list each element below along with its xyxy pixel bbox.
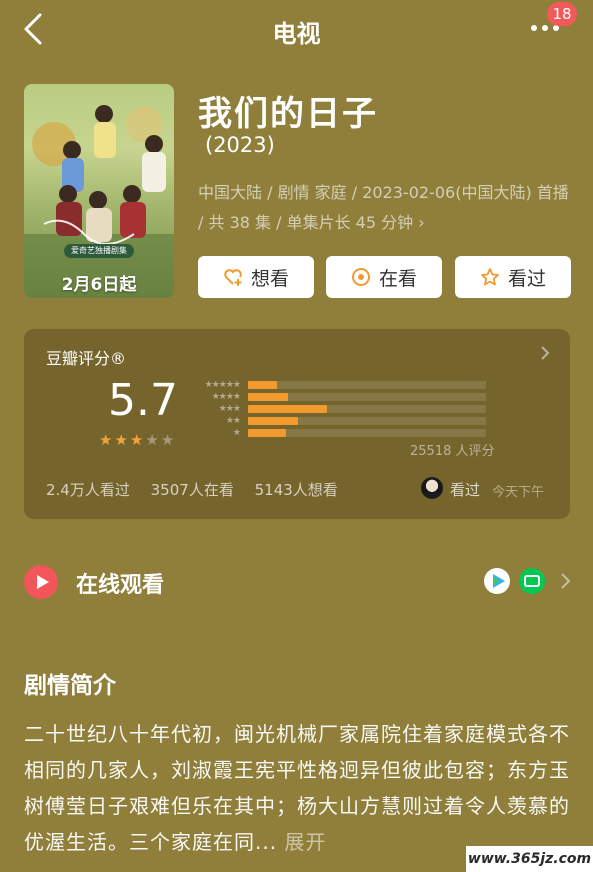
target-icon [351, 268, 370, 286]
star-outline-icon [481, 268, 499, 286]
distribution-stars-label: ★★★ [218, 404, 241, 414]
heart-plus-icon [224, 269, 242, 286]
chevron-right-icon: › [418, 213, 425, 232]
page-title: 电视 [272, 20, 321, 48]
rating-distribution-row: ★ [196, 427, 486, 439]
synopsis-text[interactable]: 二十世纪八十年代初，闽光机械厂家属院住着家庭模式各不相同的几家人，刘淑霞王宪平性… [24, 716, 572, 860]
watching-button[interactable]: 在看 [326, 256, 442, 298]
tencent-video-icon[interactable] [484, 568, 510, 594]
rating-count: 25518 人评分 [410, 444, 495, 459]
friend-status: 看过 [450, 481, 481, 499]
watched-label: 看过 [507, 267, 546, 290]
online-watch-label: 在线观看 [76, 573, 165, 598]
movie-meta-text: 中国大陆 / 剧情 家庭 / 2023-02-06(中国大陆) 首播 / 共 3… [198, 183, 569, 232]
want-label: 想看 [250, 267, 289, 290]
distribution-stars-label: ★★★★ [211, 392, 241, 402]
distribution-track [248, 429, 486, 437]
watching-label: 在看 [378, 267, 417, 290]
expand-link[interactable]: 展开 [284, 830, 326, 854]
star-empty-icon: ★ [145, 431, 159, 449]
distribution-bar [248, 405, 327, 413]
movie-meta[interactable]: 中国大陆 / 剧情 家庭 / 2023-02-06(中国大陆) 首播 / 共 3… [198, 178, 574, 238]
distribution-stars-label: ★★★★★ [204, 380, 241, 390]
rating-stars: ★ ★ ★ ★ ★ [99, 431, 174, 449]
rating-distribution-row: ★★★ [196, 403, 486, 415]
online-watch-row[interactable]: 在线观看 [0, 548, 593, 612]
distribution-track [248, 405, 486, 413]
friend-avatar[interactable] [421, 477, 443, 499]
distribution-bar [248, 381, 277, 389]
want-button[interactable]: 想看 [198, 256, 314, 298]
distribution-bar [248, 429, 287, 437]
star-filled-icon: ★ [99, 431, 113, 449]
poster-date: 2月6日起 [61, 275, 137, 295]
star-empty-icon: ★ [160, 431, 175, 449]
movie-year: (2023) [205, 133, 275, 157]
chevron-right-icon [561, 573, 571, 589]
distribution-track [248, 417, 486, 425]
rating-distribution-row: ★★★★ [196, 391, 486, 403]
poster-illustration [24, 105, 174, 298]
chevron-right-icon [541, 346, 550, 360]
rating-card[interactable]: 豆瓣评分® 5.7 ★ ★ ★ ★ ★ ★★★★★ ★★★★ ★★★ ★★ ★ 25518 人评… [24, 329, 570, 519]
rating-card-title: 豆瓣评分® [46, 349, 127, 368]
watched-count: 2.4万人看过 [46, 481, 130, 499]
poster-tag: 爱奇艺独播剧集 [64, 244, 134, 258]
distribution-track [248, 393, 486, 401]
movie-title: 我们的日子 [198, 94, 378, 134]
play-icon [24, 565, 58, 599]
rating-distribution-row: ★★★★★ [196, 379, 486, 391]
star-filled-icon: ★ [114, 431, 128, 449]
friend-time: 今天下午 [492, 485, 545, 500]
distribution-track [248, 381, 486, 389]
distribution-stars-label: ★★ [225, 416, 241, 426]
want-count: 5143人想看 [254, 481, 338, 499]
rating-distribution-row: ★★ [196, 415, 486, 427]
poster-image[interactable]: 爱奇艺独播剧集 2月6日起 [24, 84, 174, 298]
notification-badge: 18 [547, 2, 577, 26]
iqiyi-icon[interactable] [519, 568, 545, 594]
synopsis-title: 剧情简介 [24, 673, 116, 699]
distribution-bar [248, 417, 298, 425]
star-filled-icon: ★ [129, 431, 144, 449]
watching-count: 3507人在看 [150, 481, 234, 499]
distribution-bar [248, 393, 289, 401]
watermark: www.365jz.com [466, 846, 593, 872]
nav-bar: 电视 18 [0, 0, 593, 60]
rating-score: 5.7 [108, 375, 178, 426]
watched-button[interactable]: 看过 [455, 256, 571, 298]
watch-stats: 2.4万人看过 3507人在看 5143人想看 [46, 479, 338, 500]
distribution-stars-label: ★ [232, 428, 241, 438]
